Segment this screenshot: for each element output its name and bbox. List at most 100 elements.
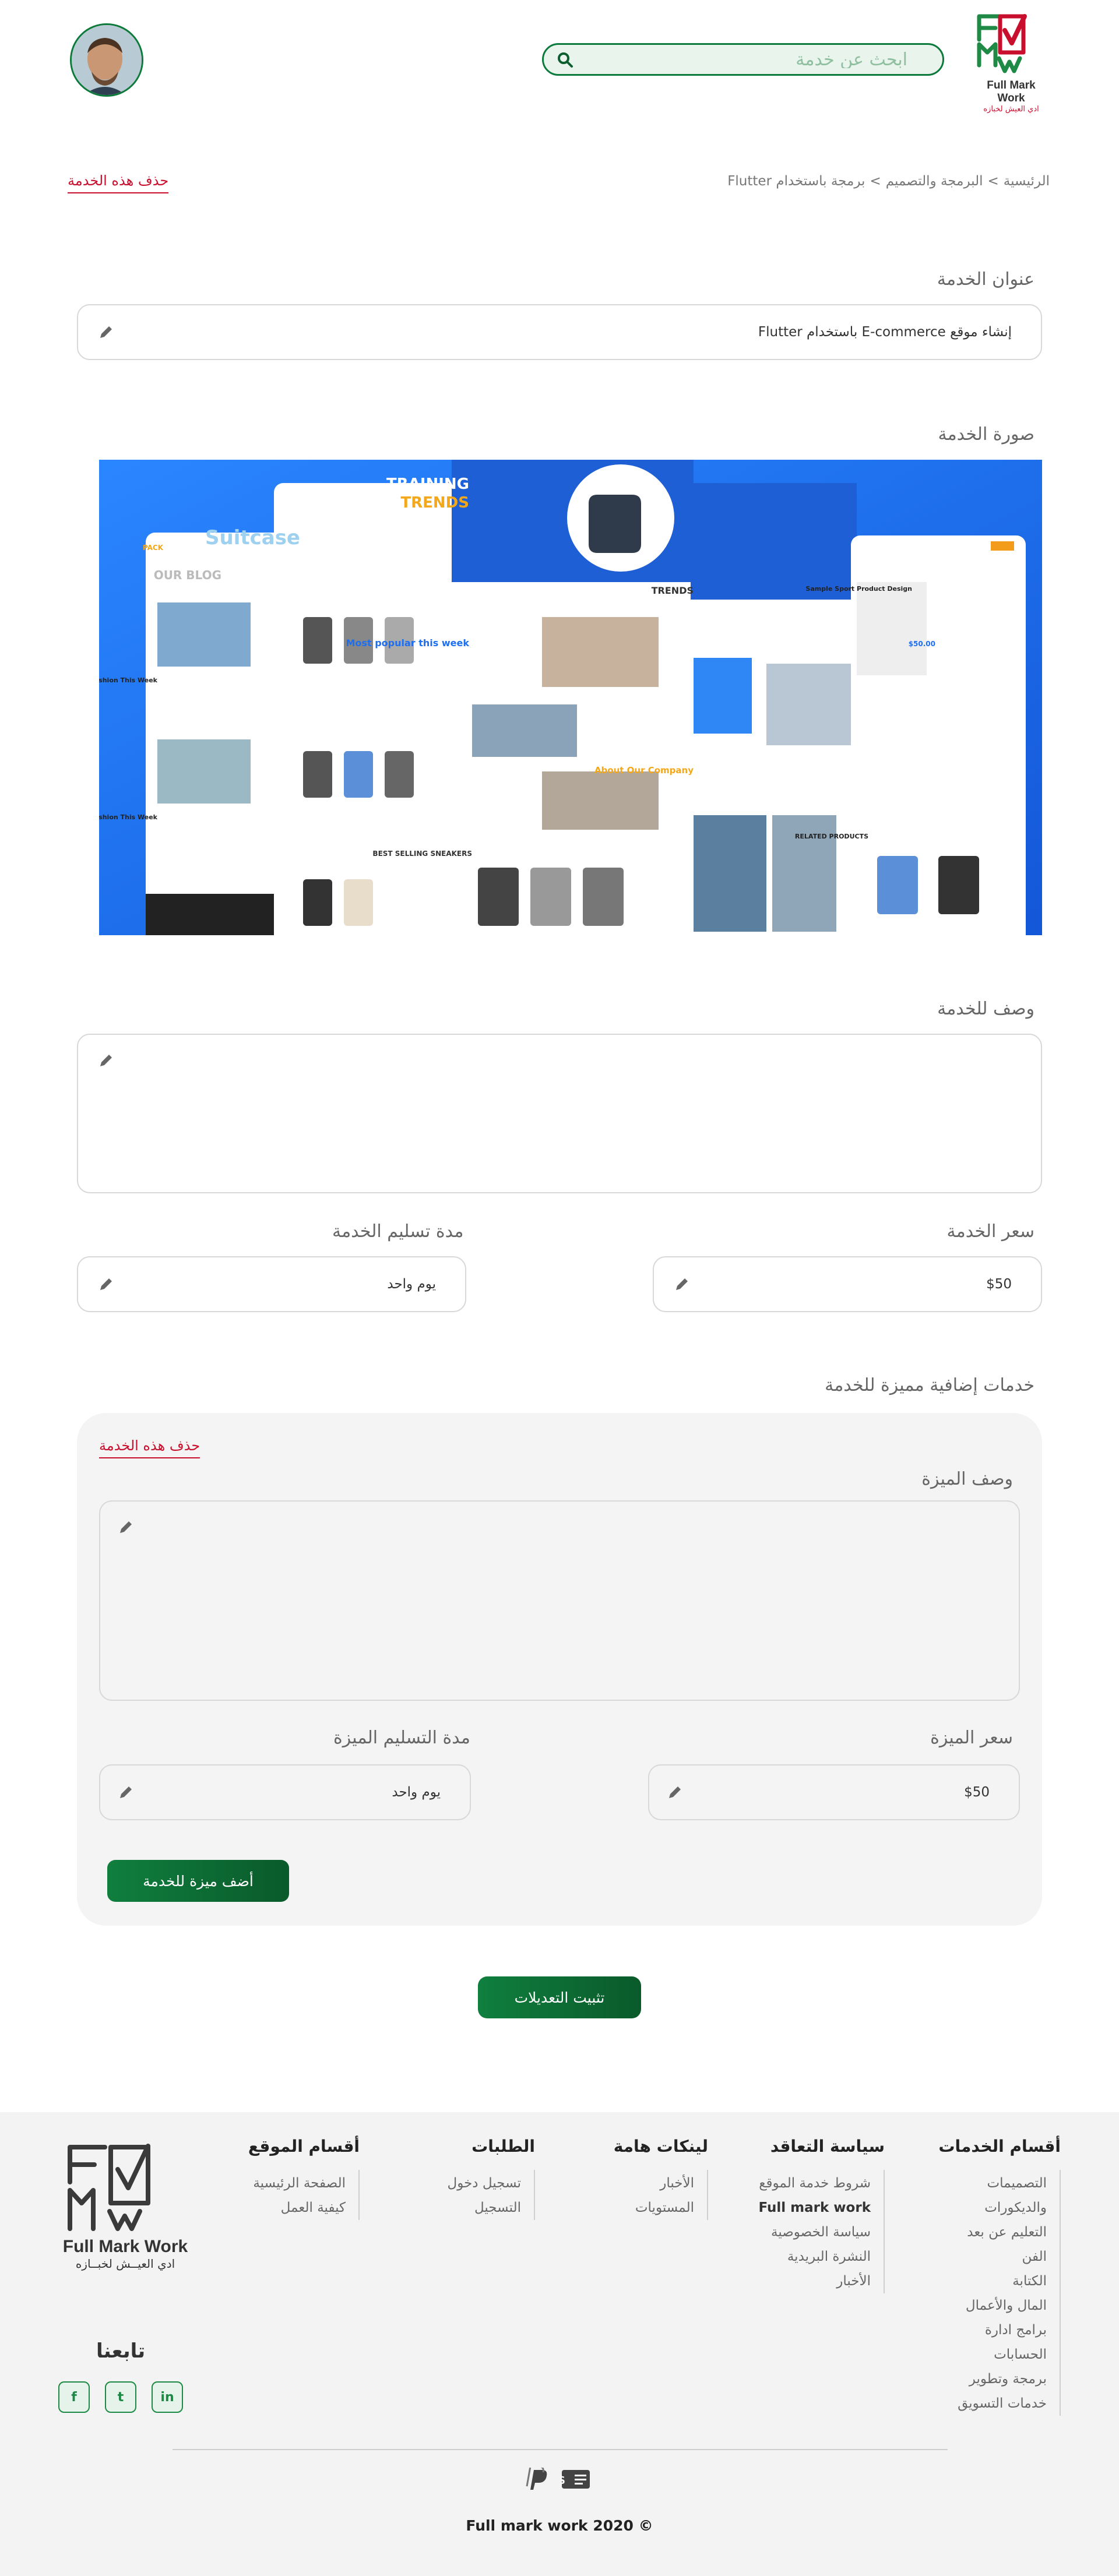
footer-col-links: لينكات هامة الأخبار المستويات xyxy=(614,2137,708,2220)
footer-col-title: الطلبات xyxy=(471,2137,535,2156)
service-title-value: إنشاء موقع E-commerce باستخدام Flutter xyxy=(758,325,1012,340)
footer-link[interactable]: الحسابات xyxy=(938,2342,1047,2367)
extras-section-label: خدمات إضافية مميزة للخدمة xyxy=(825,1375,1034,1396)
feature-description-field[interactable] xyxy=(99,1500,1020,1701)
footer-col-policy: سياسة التعاقد شروط خدمة الموقع Full mark… xyxy=(758,2137,885,2293)
footer-divider xyxy=(173,2449,948,2450)
mockup-fashion-1: Fashion This Week xyxy=(99,676,158,684)
footer-link[interactable]: سياسة الخصوصية xyxy=(758,2220,871,2244)
add-feature-button[interactable]: أضف ميزة للخدمة xyxy=(107,1860,289,1902)
feature-price-value: $50 xyxy=(964,1785,990,1800)
footer-link[interactable]: شروط خدمة الموقع xyxy=(758,2171,871,2196)
avatar-image xyxy=(72,25,142,95)
pencil-icon[interactable] xyxy=(98,1052,114,1069)
feature-delivery-label: مدة التسليم الميزة xyxy=(333,1728,470,1748)
fmw-logo-icon xyxy=(977,14,1027,73)
search-bar[interactable] xyxy=(542,43,944,76)
fmw-logo-icon xyxy=(68,2144,150,2231)
search-input[interactable] xyxy=(590,51,907,68)
mockup-best-selling: BEST SELLING SNEAKERS xyxy=(372,850,472,858)
copyright: Full mark work 2020 © xyxy=(466,2517,653,2534)
breadcrumb-home[interactable]: الرئيسية xyxy=(1004,174,1050,189)
twitter-icon[interactable]: t xyxy=(105,2381,136,2413)
service-delivery-value: يوم واحد xyxy=(387,1277,436,1292)
mockup-about: About Our Company xyxy=(594,765,694,776)
footer-link[interactable]: التعليم عن بعد xyxy=(938,2220,1047,2244)
paypal-icon xyxy=(526,2468,547,2490)
pencil-icon[interactable] xyxy=(674,1276,690,1292)
service-title-field[interactable]: إنشاء موقع E-commerce باستخدام Flutter xyxy=(77,304,1042,360)
footer-col-title: أقسام الخدمات xyxy=(938,2137,1061,2156)
footer-link[interactable]: التصميمات xyxy=(938,2171,1047,2196)
mockup-trends: TRENDS xyxy=(400,494,469,512)
footer-link[interactable]: برمجة وتطوير xyxy=(938,2367,1047,2391)
mockup-training: TRAINING xyxy=(386,475,469,493)
footer-link[interactable]: Full mark work xyxy=(758,2196,871,2220)
linkedin-icon[interactable]: in xyxy=(152,2381,183,2413)
footer-link[interactable]: المال والأعمال xyxy=(938,2293,1047,2318)
footer-col-title: سياسة التعاقد xyxy=(770,2137,885,2156)
breadcrumb-current: برمجة باستخدام Flutter xyxy=(727,174,865,189)
service-price-value: $50 xyxy=(986,1277,1012,1292)
breadcrumb: الرئيسية > البرمجة والتصميم > برمجة باستخدام… xyxy=(725,174,1052,189)
feature-price-label: سعر الميزة xyxy=(930,1728,1013,1748)
footer-link[interactable]: المستويات xyxy=(614,2196,694,2220)
breadcrumb-separator: > xyxy=(987,174,999,189)
mockup-blog-title: OUR BLOG xyxy=(154,568,221,582)
footer-col-services: أقسام الخدمات التصميمات والديكورات التعل… xyxy=(938,2137,1061,2416)
delete-service-link[interactable]: حذف هذه الخدمة xyxy=(68,172,169,193)
mockup-trends-2: TRENDS xyxy=(652,585,694,596)
extras-box: حذف هذه الخدمة وصف الميزة سعر الميزة $50… xyxy=(77,1413,1042,1926)
footer-col-site: أقسام الموقع الصفحة الرئيسية كيفية العمل xyxy=(248,2137,360,2220)
logo-tagline: ادي العيش لخبازه xyxy=(983,105,1039,114)
footer-link[interactable]: التسجيل xyxy=(448,2196,521,2220)
pencil-icon[interactable] xyxy=(98,1276,114,1292)
search-icon[interactable] xyxy=(557,51,574,69)
mockup-popular: Most popular this week xyxy=(346,637,470,649)
footer-link[interactable]: الصفحة الرئيسية xyxy=(248,2171,346,2196)
footer-link[interactable]: الفن xyxy=(938,2244,1047,2269)
service-description-field[interactable] xyxy=(77,1034,1042,1193)
feature-delivery-field[interactable]: يوم واحد xyxy=(99,1764,471,1820)
service-delivery-field[interactable]: يوم واحد xyxy=(77,1256,466,1312)
pencil-icon[interactable] xyxy=(118,1784,134,1800)
pencil-icon[interactable] xyxy=(667,1784,683,1800)
feature-delivery-value: يوم واحد xyxy=(392,1785,441,1800)
save-changes-button[interactable]: تثبيت التعديلات xyxy=(478,1976,641,2018)
payment-card-icon: $ xyxy=(561,2470,590,2489)
footer-link[interactable]: تسجيل دخول xyxy=(448,2171,522,2196)
service-description-label: وصف للخدمة xyxy=(937,999,1034,1019)
feature-price-field[interactable]: $50 xyxy=(648,1764,1020,1820)
follow-us-label: تابعنا xyxy=(96,2339,146,2363)
breadcrumb-category[interactable]: البرمجة والتصميم xyxy=(886,174,983,189)
service-image-label: صورة الخدمة xyxy=(938,424,1034,445)
mockup-fashion-2: Fashion This Week xyxy=(99,813,158,821)
svg-text:$: $ xyxy=(561,2473,565,2487)
mockup-brand: PACK xyxy=(143,544,164,552)
service-price-field[interactable]: $50 xyxy=(653,1256,1042,1312)
facebook-icon[interactable]: f xyxy=(58,2381,90,2413)
mockup-price: $50.00 xyxy=(909,640,935,648)
pencil-icon[interactable] xyxy=(118,1519,134,1535)
logo-text: Full Mark Work xyxy=(987,79,1036,104)
pencil-icon[interactable] xyxy=(98,324,114,340)
footer-link[interactable]: الأخبار xyxy=(614,2171,694,2196)
footer-link[interactable]: برامج ادارة xyxy=(938,2318,1047,2342)
footer-link[interactable]: الكتابة xyxy=(938,2269,1047,2293)
footer-link[interactable]: الأخبار xyxy=(758,2269,871,2293)
footer-logo[interactable]: Full Mark Work ادي العيــش لخبــازه xyxy=(58,2141,192,2271)
user-avatar[interactable] xyxy=(70,23,143,97)
site-footer: أقسام الخدمات التصميمات والديكورات التعل… xyxy=(0,2112,1119,2576)
service-image[interactable]: OUR BLOG Fashion This Week Fashion This … xyxy=(99,460,1042,935)
service-mockup-image: OUR BLOG Fashion This Week Fashion This … xyxy=(99,460,1042,935)
footer-link[interactable]: النشرة البريدية xyxy=(758,2244,871,2269)
footer-link[interactable]: خدمات التسويق xyxy=(938,2391,1047,2416)
footer-logo-text: Full Mark Work xyxy=(62,2237,188,2256)
service-price-label: سعر الخدمة xyxy=(946,1221,1034,1242)
mockup-suitcase-title: Suitcase xyxy=(205,526,300,549)
delete-extra-link[interactable]: حذف هذه الخدمة xyxy=(99,1437,200,1458)
footer-link[interactable]: والديكورات xyxy=(938,2196,1047,2220)
breadcrumb-separator: > xyxy=(870,174,881,189)
footer-link[interactable]: كيفية العمل xyxy=(248,2196,346,2220)
site-logo[interactable]: Full Mark Work ادي العيش لخبازه xyxy=(973,13,1049,114)
